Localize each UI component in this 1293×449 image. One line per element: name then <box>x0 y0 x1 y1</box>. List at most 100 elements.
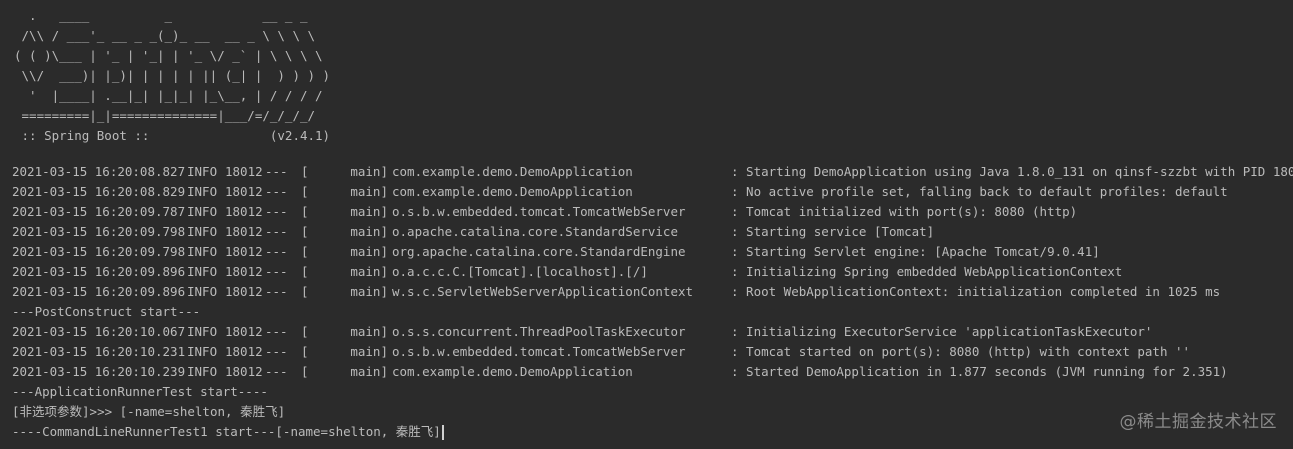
log-separator: --- <box>265 164 288 179</box>
log-message: : Initializing Spring embedded WebApplic… <box>731 264 1123 279</box>
log-line: ----CommandLineRunnerTest1 start---[-nam… <box>12 422 1293 442</box>
log-level: INFO <box>187 204 218 219</box>
log-thread: main] <box>350 224 388 239</box>
log-thread: main] <box>350 344 388 359</box>
log-timestamp: 2021-03-15 16:20:09.896 <box>12 284 186 299</box>
log-level: INFO <box>187 184 218 199</box>
log-timestamp: 2021-03-15 16:20:10.231 <box>12 344 186 359</box>
log-message: : Tomcat initialized with port(s): 8080 … <box>731 204 1078 219</box>
log-logger-class: o.apache.catalina.core.StandardService <box>392 224 678 239</box>
log-line: [非选项参数]>>> [-name=shelton, 秦胜飞] <box>12 402 1293 422</box>
log-thread-bracket: [ <box>301 164 309 179</box>
banner-line: :: Spring Boot :: (v2.4.1) <box>14 128 331 143</box>
banner-line: ( ( )\___ | '_ | '_| | '_ \/ _` | \ \ \ … <box>14 48 323 63</box>
log-thread: main] <box>350 364 388 379</box>
log-level: INFO <box>187 224 218 239</box>
banner-line: \\/ ___)| |_)| | | | | || (_| | ) ) ) ) <box>14 68 331 83</box>
log-line: ---PostConstruct start--- <box>12 302 1293 322</box>
log-pid: 18012 <box>225 164 263 179</box>
log-level: INFO <box>187 244 218 259</box>
log-level: INFO <box>187 284 218 299</box>
log-line: 2021-03-15 16:20:08.829 INFO 18012 --- [ main… <box>12 182 1293 202</box>
banner-line: ' |____| .__|_| |_|_| |_\__, | / / / / <box>14 88 323 103</box>
banner-line: /\\ / ___'_ __ _ _(_)_ __ __ _ \ \ \ \ <box>14 28 316 43</box>
log-line: 2021-03-15 16:20:10.067 INFO 18012 --- [main… <box>12 322 1293 342</box>
log-pid: 18012 <box>225 204 263 219</box>
site-watermark: @稀土掘金技术社区 <box>1119 412 1277 432</box>
log-timestamp: 2021-03-15 16:20:10.239 <box>12 364 186 379</box>
log-thread-bracket: [ <box>301 224 309 239</box>
log-level: INFO <box>187 364 218 379</box>
log-message: : Tomcat started on port(s): 8080 (http)… <box>731 344 1191 359</box>
log-level: INFO <box>187 344 218 359</box>
log-line: 2021-03-15 16:20:08.827 INFO 18012 --- [ main… <box>12 162 1293 182</box>
log-logger-class: o.s.b.w.embedded.tomcat.TomcatWebServer <box>392 204 686 219</box>
log-line: 2021-03-15 16:20:10.231 INFO 18012 --- [main… <box>12 342 1293 362</box>
log-thread: main] <box>350 204 388 219</box>
log-separator: --- <box>265 224 288 239</box>
log-pid: 18012 <box>225 264 263 279</box>
log-pid: 18012 <box>225 344 263 359</box>
log-separator: --- <box>265 324 288 339</box>
log-plain-text: ---PostConstruct start--- <box>12 304 201 319</box>
log-line: 2021-03-15 16:20:09.896 INFO 18012 --- [main… <box>12 282 1293 302</box>
log-message: : Started DemoApplication in 1.877 secon… <box>731 364 1228 379</box>
log-separator: --- <box>265 204 288 219</box>
log-pid: 18012 <box>225 184 263 199</box>
log-message: : Root WebApplicationContext: initializa… <box>731 284 1221 299</box>
log-separator: --- <box>265 184 288 199</box>
log-thread: main] <box>350 184 388 199</box>
log-thread: main] <box>350 244 388 259</box>
log-message: : Starting DemoApplication using Java 1.… <box>731 164 1293 179</box>
log-plain-text: [非选项参数]>>> [-name=shelton, 秦胜飞] <box>12 404 286 419</box>
log-thread-bracket: [ <box>301 204 309 219</box>
log-timestamp: 2021-03-15 16:20:08.829 <box>12 184 186 199</box>
log-pid: 18012 <box>225 324 263 339</box>
log-logger-class: o.a.c.c.C.[Tomcat].[localhost].[/] <box>392 264 648 279</box>
log-logger-class: com.example.demo.DemoApplication <box>392 184 633 199</box>
text-cursor <box>441 425 444 440</box>
spring-boot-banner: . ____ _ __ _ _ /\\ / ___'_ __ _ _(_)_ _… <box>14 6 330 146</box>
log-message: : Initializing ExecutorService 'applicat… <box>731 324 1153 339</box>
log-message: : No active profile set, falling back to… <box>731 184 1228 199</box>
log-plain-text: ----CommandLineRunnerTest1 start---[-nam… <box>12 424 441 439</box>
log-separator: --- <box>265 244 288 259</box>
log-lines: 2021-03-15 16:20:08.827 INFO 18012 ---[main… <box>12 162 1293 442</box>
log-level: INFO <box>187 164 218 179</box>
log-message: : Starting Servlet engine: [Apache Tomca… <box>731 244 1100 259</box>
banner-line: =========|_|==============|___/=/_/_/_/ <box>14 108 316 123</box>
log-thread-bracket: [ <box>301 284 309 299</box>
log-timestamp: 2021-03-15 16:20:09.798 <box>12 224 186 239</box>
log-thread-bracket: [ <box>301 184 309 199</box>
log-thread: main] <box>350 164 388 179</box>
log-thread: main] <box>350 284 388 299</box>
run-console-output[interactable]: . ____ _ __ _ _ /\\ / ___'_ __ _ _(_)_ _… <box>0 0 1293 449</box>
log-thread-bracket: [ <box>301 344 309 359</box>
banner-line: . ____ _ __ _ _ <box>14 8 308 23</box>
log-thread-bracket: [ <box>301 264 309 279</box>
log-plain-text: ---ApplicationRunnerTest start---- <box>12 384 268 399</box>
log-line: 2021-03-15 16:20:09.787 INFO 18012 --- [ main… <box>12 202 1293 222</box>
log-separator: --- <box>265 284 288 299</box>
log-message: : Starting service [Tomcat] <box>731 224 935 239</box>
log-thread-bracket: [ <box>301 364 309 379</box>
log-timestamp: 2021-03-15 16:20:09.798 <box>12 244 186 259</box>
log-pid: 18012 <box>225 364 263 379</box>
log-level: INFO <box>187 324 218 339</box>
log-timestamp: 2021-03-15 16:20:09.787 <box>12 204 186 219</box>
log-timestamp: 2021-03-15 16:20:08.827 <box>12 164 186 179</box>
log-logger-class: com.example.demo.DemoApplication <box>392 364 633 379</box>
log-line: 2021-03-15 16:20:10.239 INFO 18012 --- [main… <box>12 362 1293 382</box>
log-logger-class: w.s.c.ServletWebServerApplicationContext <box>392 284 694 299</box>
log-logger-class: org.apache.catalina.core.StandardEngine <box>392 244 686 259</box>
log-timestamp: 2021-03-15 16:20:10.067 <box>12 324 186 339</box>
log-line: 2021-03-15 16:20:09.896 INFO 18012 --- [main… <box>12 262 1293 282</box>
log-logger-class: o.s.b.w.embedded.tomcat.TomcatWebServer <box>392 344 686 359</box>
log-thread: main] <box>350 324 388 339</box>
log-thread-bracket: [ <box>301 244 309 259</box>
log-logger-class: o.s.s.concurrent.ThreadPoolTaskExecutor <box>392 324 686 339</box>
log-line: ---ApplicationRunnerTest start---- <box>12 382 1293 402</box>
log-separator: --- <box>265 264 288 279</box>
log-thread: main] <box>350 264 388 279</box>
log-timestamp: 2021-03-15 16:20:09.896 <box>12 264 186 279</box>
